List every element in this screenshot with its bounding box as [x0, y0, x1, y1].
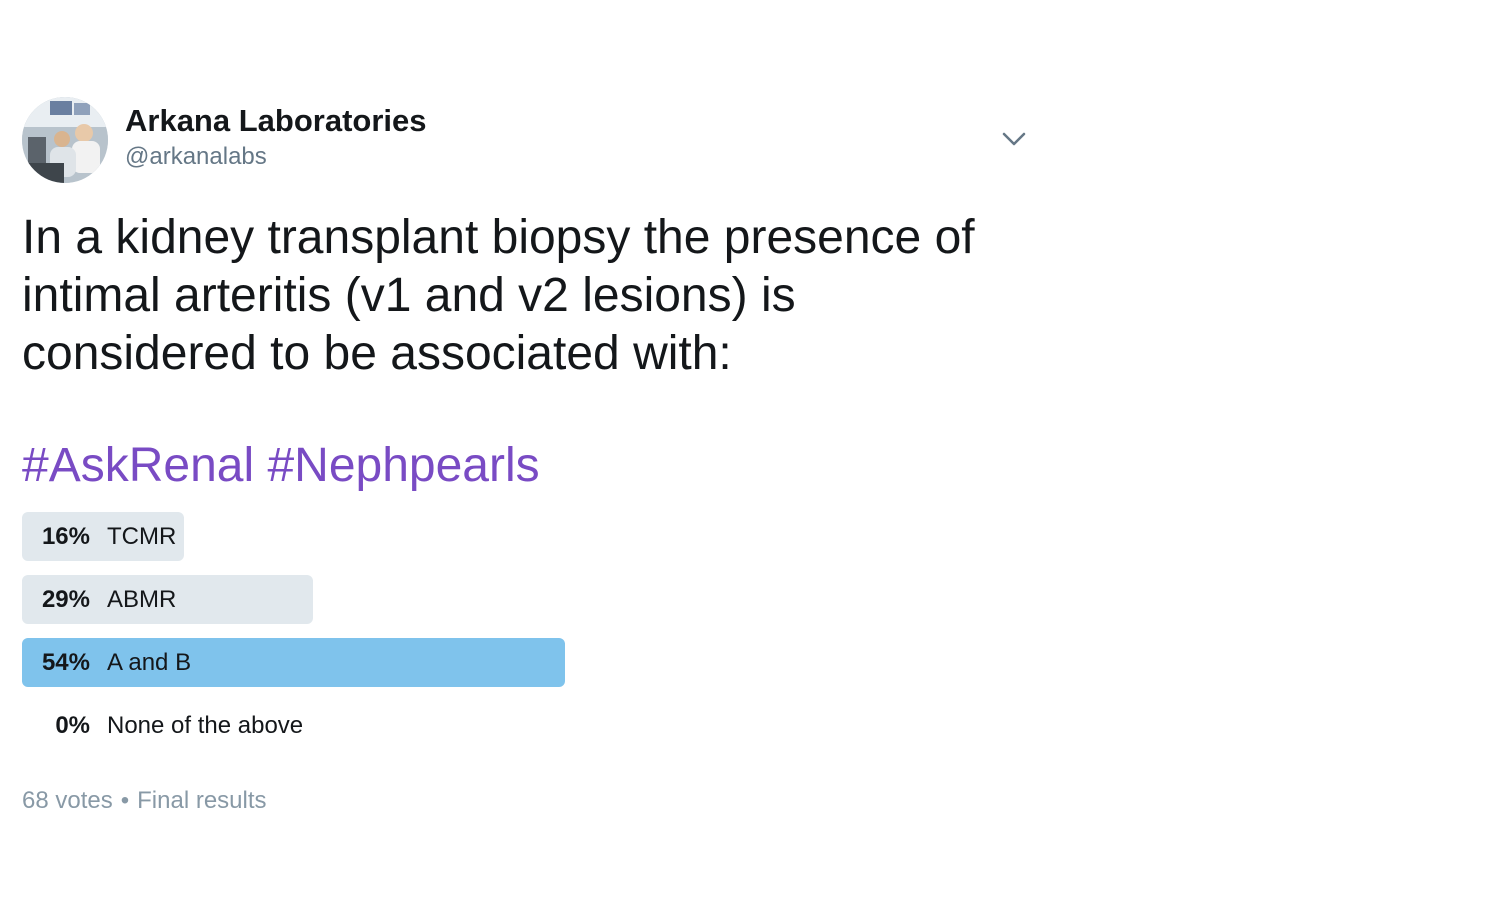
poll-label: A and B: [107, 649, 192, 676]
poll-label: TCMR: [107, 523, 177, 550]
tweet-text: In a kidney transplant biopsy the presen…: [22, 211, 975, 380]
avatar-photo-icon: [22, 97, 108, 183]
avatar[interactable]: [22, 97, 108, 183]
poll-bar: [22, 638, 565, 687]
poll: 16% TCMR 29% ABMR 54% A and B 0% None of…: [22, 512, 1022, 764]
poll-percent: 0%: [55, 712, 90, 739]
poll-meta: 68 votes • Final results: [22, 787, 267, 815]
poll-choice-tcmr: 16% TCMR: [22, 512, 1022, 561]
poll-choice-a-and-b: 54% A and B: [22, 638, 1022, 687]
author-handle[interactable]: @arkanalabs: [125, 143, 267, 171]
hashtag-row: #AskRenal #Nephpearls: [22, 437, 540, 495]
author-name[interactable]: Arkana Laboratories: [125, 103, 427, 139]
poll-status: Final results: [137, 787, 267, 814]
poll-choice-abmr: 29% ABMR: [22, 575, 1022, 624]
poll-vote-count: 68 votes: [22, 787, 113, 814]
poll-percent: 16%: [41, 523, 90, 550]
poll-choice-none: 0% None of the above: [22, 701, 1022, 750]
poll-percent: 29%: [41, 586, 90, 613]
hashtag-askrenal[interactable]: #AskRenal: [22, 439, 254, 492]
poll-label: ABMR: [107, 586, 177, 613]
chevron-down-icon: [1002, 132, 1026, 146]
poll-label: None of the above: [107, 712, 304, 739]
hashtag-nephpearls[interactable]: #Nephpearls: [267, 439, 539, 492]
poll-percent: 54%: [41, 649, 90, 676]
tweet-card: Arkana Laboratories @arkanalabs In a kid…: [22, 97, 1032, 814]
tweet-header: Arkana Laboratories @arkanalabs: [22, 97, 1032, 185]
tweet-menu-button[interactable]: [1000, 127, 1028, 151]
meta-separator: •: [120, 787, 130, 814]
